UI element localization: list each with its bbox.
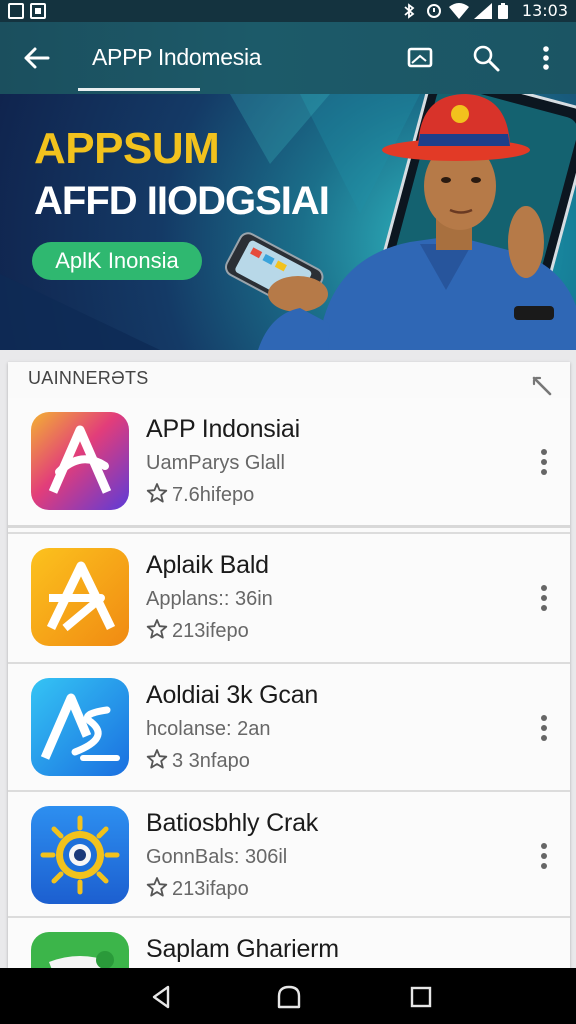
- edit-icon[interactable]: [530, 374, 554, 398]
- navigation-bar: [0, 968, 576, 1024]
- app-bar: APPP Indomesia: [0, 22, 576, 94]
- app-rating-text: 213ifepo: [172, 620, 249, 642]
- star-outline-icon: [146, 749, 168, 769]
- screen: 13:03 APPP Indomesia APPSUM AFFD IIODGSI…: [0, 0, 576, 1024]
- search-icon[interactable]: [470, 42, 502, 74]
- home-nav-icon[interactable]: [276, 984, 302, 1010]
- back-arrow-icon[interactable]: [20, 42, 54, 74]
- sun-eye-icon: [31, 806, 129, 904]
- app-developer: GonnBals: 306il: [146, 846, 288, 868]
- recents-nav-icon[interactable]: [408, 984, 434, 1010]
- app-list-item[interactable]: Batiosbhly Crak GonnBals: 306il 213ifapo: [8, 790, 570, 920]
- letter-a-orange-icon: [31, 548, 129, 646]
- back-nav-icon[interactable]: [148, 984, 174, 1010]
- bluetooth-icon: [404, 3, 415, 19]
- app-list-card: UAINNERƏTS APP Indonsiai UamParys Glall …: [8, 362, 570, 968]
- cast-icon[interactable]: [404, 42, 436, 74]
- app-list-item[interactable]: Saplam Gharierm: [8, 916, 570, 968]
- battery-icon: [498, 3, 508, 19]
- wifi-icon: [449, 3, 469, 19]
- notification-square-icon: [8, 3, 24, 19]
- app-rating-text: 3 3nfapo: [172, 750, 250, 772]
- title-underline: [78, 88, 200, 91]
- more-vert-icon[interactable]: [534, 582, 554, 616]
- app-rating-text: 213ifapo: [172, 878, 249, 900]
- app-list-item[interactable]: Aplaik Bald Applans:: 36in 213ifepo: [8, 532, 570, 662]
- app-name: Batiosbhly Crak: [146, 809, 319, 837]
- status-bar: 13:03: [0, 0, 576, 22]
- app-developer: Applans:: 36in: [146, 588, 273, 610]
- app-list-item[interactable]: APP Indonsiai UamParys Glall 7.6hifepo: [8, 398, 570, 528]
- app-rating: 213ifepo: [146, 618, 249, 644]
- star-outline-icon: [146, 877, 168, 897]
- banner-headline: APPSUM: [34, 124, 220, 173]
- alarm-icon: [427, 4, 441, 18]
- app-name: APP Indonsiai: [146, 415, 300, 443]
- more-vert-icon[interactable]: [534, 712, 554, 746]
- star-outline-icon: [146, 483, 168, 503]
- app-rating: 3 3nfapo: [146, 748, 250, 774]
- more-vert-icon[interactable]: [534, 446, 554, 480]
- letter-a-blue-icon: [31, 678, 129, 776]
- page-title: APPP Indomesia: [92, 44, 262, 70]
- app-name: Saplam Gharierm: [146, 935, 339, 963]
- app-rating: 213ifapo: [146, 876, 249, 902]
- app-name: Aoldiai 3k Gcan: [146, 681, 319, 709]
- app-developer: hcolanse: 2an: [146, 718, 271, 740]
- app-rating-text: 7.6hifepo: [172, 484, 255, 506]
- app-name: Aplaik Bald: [146, 551, 269, 579]
- banner-subheadline: AFFD IIODGSIAI: [34, 179, 330, 223]
- app-rating: 7.6hifepo: [146, 482, 254, 508]
- more-vert-icon[interactable]: [534, 840, 554, 874]
- banner-cta-button[interactable]: AplK Inonsia: [32, 242, 202, 280]
- list-header-label: UAINNERƏTS: [28, 368, 149, 388]
- signal-icon: [474, 3, 492, 19]
- status-time: 13:03: [521, 1, 568, 20]
- more-vert-icon[interactable]: [530, 42, 562, 74]
- app-developer: UamParys Glall: [146, 452, 285, 474]
- image-notification-icon: [30, 3, 46, 19]
- star-outline-icon: [146, 619, 168, 639]
- letter-a-gradient-icon: [31, 412, 129, 510]
- green-app-icon: [31, 932, 129, 968]
- promo-banner[interactable]: APPSUM AFFD IIODGSIAI AplK Inonsia: [0, 94, 576, 350]
- app-list-item[interactable]: Aoldiai 3k Gcan hcolanse: 2an 3 3nfapo: [8, 662, 570, 792]
